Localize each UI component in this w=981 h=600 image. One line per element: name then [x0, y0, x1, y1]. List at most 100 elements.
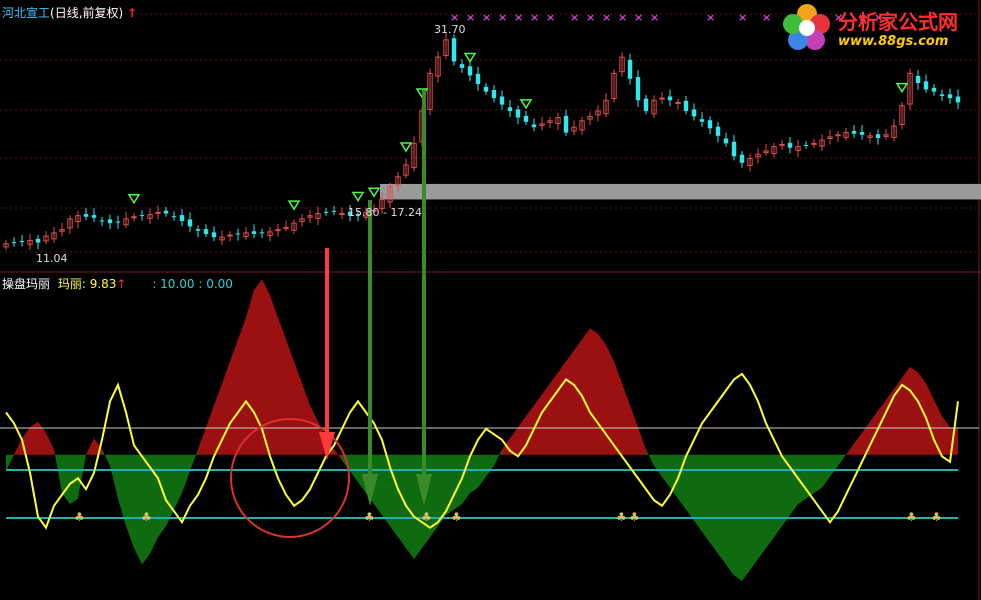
cross-marker: × [498, 11, 507, 24]
candle-down [483, 86, 489, 92]
person-icon: ♣ [141, 510, 152, 524]
up-arrow-icon: ↑ [127, 6, 138, 20]
negative-area-segment [766, 454, 774, 549]
cross-marker: × [706, 11, 715, 24]
candle-down [107, 219, 113, 224]
candle-up [275, 229, 281, 232]
candle-down [99, 220, 105, 222]
high-price-label: 31.70 [434, 23, 466, 36]
candle-down [667, 96, 673, 101]
indicator-name: 操盘玛丽 [2, 277, 51, 291]
negative-area-segment [702, 454, 710, 543]
candle-down [91, 215, 97, 218]
candle-up [227, 234, 233, 237]
candle-down [627, 59, 633, 79]
candle-down [83, 214, 89, 217]
cross-marker: × [530, 11, 539, 24]
candle-down [459, 64, 465, 68]
candle-down [323, 211, 329, 213]
positive-area-segment [550, 372, 558, 455]
cross-marker: × [650, 11, 659, 24]
negative-area-segment [446, 454, 454, 516]
candle-down [699, 119, 705, 122]
candle-down [787, 142, 793, 148]
candle-up [339, 212, 345, 215]
person-icon: ♣ [629, 510, 640, 524]
negative-area-segment [694, 454, 702, 532]
candle-down [211, 232, 217, 238]
negative-area-segment [814, 454, 822, 494]
positive-area-segment [30, 421, 38, 455]
negative-area-segment [726, 454, 734, 576]
stock-chart[interactable]: ××××××××××××××××××××× ♣♣♣♣♣♣♣♣♣ 31.70 11… [0, 0, 981, 600]
candle-down [859, 132, 865, 135]
positive-area-segment [270, 295, 278, 455]
candle-down [475, 73, 481, 85]
negative-area-segment [686, 454, 694, 521]
candle-down [947, 94, 953, 99]
positive-area-segment [278, 317, 286, 455]
positive-area-segment [566, 350, 574, 455]
positive-area-segment [598, 333, 606, 455]
positive-area-segment [582, 328, 590, 455]
site-logo: 分析家公式网 www.88gs.com [780, 2, 978, 54]
candle-down [491, 90, 497, 99]
candle-down [203, 229, 209, 234]
candle-down [739, 154, 745, 163]
arrow-up-icon: ↑ [116, 277, 127, 291]
candle-down [691, 109, 697, 117]
negative-area-segment [390, 454, 398, 538]
candle-down [915, 76, 921, 84]
candle-down [139, 215, 145, 217]
candle-up [659, 97, 665, 100]
indicator-levels: : 10.00 : 0.00 [152, 277, 233, 291]
candle-up [835, 134, 841, 137]
candle-down [931, 87, 937, 92]
indicator-panel-header: 操盘玛丽 玛丽: 9.83↑ : 10.00 : 0.00 [2, 275, 233, 292]
candle-down [683, 100, 689, 112]
candle-down [35, 238, 41, 243]
candle-down [163, 210, 169, 214]
band-range-label: 15.80 - 17.24 [348, 206, 422, 219]
negative-area-segment [718, 454, 726, 565]
positive-area-segment [910, 366, 918, 455]
person-icon: ♣ [931, 510, 942, 524]
candle-down [851, 130, 857, 134]
positive-area-segment [542, 383, 550, 455]
negative-area-segment [470, 454, 478, 494]
candle-down [467, 66, 473, 76]
person-icon: ♣ [421, 510, 432, 524]
positive-area-segment [246, 290, 254, 455]
candle-down [875, 134, 881, 138]
candle-up [283, 226, 289, 229]
price-band [380, 183, 981, 200]
indicator-value: 玛丽: 9.83 [57, 277, 117, 291]
candle-down [451, 38, 457, 62]
cross-marker: × [466, 11, 475, 24]
candle-down [499, 96, 505, 105]
logo-title: 分析家公式网 [838, 10, 958, 34]
person-icon: ♣ [74, 510, 85, 524]
person-icon: ♣ [451, 510, 462, 524]
candle-up [811, 142, 817, 145]
cross-marker: × [514, 11, 523, 24]
person-icon: ♣ [364, 510, 375, 524]
candle-down [955, 96, 961, 103]
candle-down [523, 115, 529, 122]
cross-marker: × [738, 11, 747, 24]
candle-down [11, 242, 17, 244]
logo-url: www.88gs.com [838, 34, 949, 49]
cross-marker: × [586, 11, 595, 24]
candle-down [635, 77, 641, 101]
low-price-label: 11.04 [36, 252, 68, 265]
cross-marker: × [618, 11, 627, 24]
candle-up [155, 211, 161, 214]
candle-down [563, 115, 569, 133]
positive-area-segment [574, 339, 582, 455]
candle-down [939, 94, 945, 96]
candle-down [171, 216, 177, 218]
cross-marker: × [570, 11, 579, 24]
flower-icon [783, 4, 830, 50]
negative-area-segment [774, 454, 782, 538]
candle-down [531, 124, 537, 128]
